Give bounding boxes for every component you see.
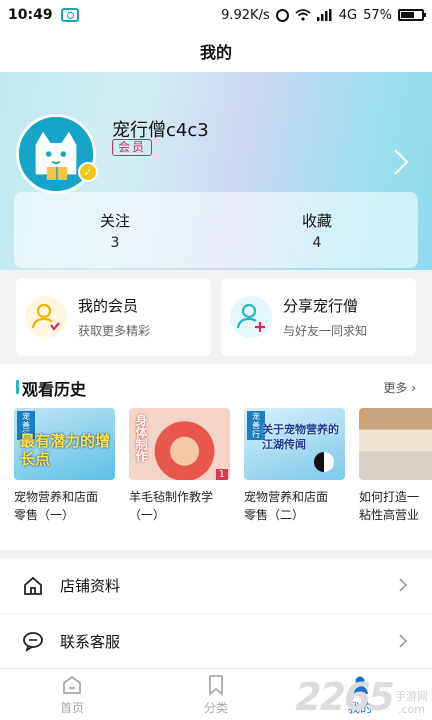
watermark-number: 2265	[295, 675, 395, 719]
app-notification-icon	[60, 8, 79, 22]
menu-label: 店铺资料	[60, 577, 121, 595]
stat-label: 收藏	[301, 211, 332, 230]
history-caption-line2: （一）	[129, 508, 166, 522]
history-item[interactable]: 如何打造一 粘性高营业	[359, 408, 432, 548]
stats-card: 关注 3 收藏 4	[14, 192, 418, 268]
tab-home[interactable]: 首页	[0, 669, 144, 720]
stat-favorites[interactable]: 收藏 4	[216, 192, 418, 268]
history-thumbnail	[359, 408, 432, 480]
history-more-link[interactable]: 更多 ›	[383, 379, 416, 396]
chat-icon	[23, 632, 43, 652]
status-time: 10:49	[8, 7, 53, 23]
verified-badge-icon: ✓	[78, 162, 98, 182]
quick-card-subtitle: 获取更多精彩	[78, 324, 151, 338]
history-list: 宠善行 最有潜力的增长点 宠物营养和店面 零售（一） 身体制作 1 羊毛毡制作教…	[14, 408, 432, 548]
status-bar: 10:49 9.92K/s 4G 57%	[0, 0, 432, 30]
watch-history-section: 观看历史 更多 › 宠善行 最有潜力的增长点 宠物营养和店面 零售（一） 身体制…	[0, 364, 432, 550]
watermark-text: 手游网 .com	[395, 690, 428, 716]
tab-label: 首页	[59, 700, 84, 715]
history-caption-line2: 零售（二）	[244, 508, 305, 522]
menu-item-store-info[interactable]: 店铺资料	[0, 558, 432, 613]
home-icon	[24, 576, 42, 595]
stat-label: 关注	[99, 211, 130, 230]
page-title: 我的	[199, 43, 232, 62]
history-caption-line1: 宠物营养和店面	[14, 490, 99, 504]
menu-item-contact-support[interactable]: 联系客服	[0, 613, 432, 668]
share-user-icon	[230, 296, 272, 338]
battery-icon	[398, 9, 426, 21]
history-caption-line1: 宠物营养和店面	[244, 490, 329, 504]
menu-label: 联系客服	[60, 632, 121, 651]
member-badge: 会员	[112, 139, 153, 156]
settings-menu: 店铺资料 联系客服	[0, 558, 432, 668]
watermark: 2265 手游网 .com	[295, 678, 428, 716]
chevron-right-icon	[399, 578, 408, 592]
history-thumbnail: 宠善行 关于宠物营养的江湖传闻	[244, 408, 345, 480]
network-type: 4G	[338, 7, 358, 23]
alarm-icon	[275, 8, 289, 22]
member-user-icon	[25, 296, 67, 338]
quick-card-title: 我的会员	[78, 297, 139, 315]
stat-value: 3	[110, 234, 120, 251]
share-app-card[interactable]: 分享宠行僧 与好友一同求知	[221, 278, 416, 356]
stat-value: 4	[312, 234, 322, 251]
my-membership-card[interactable]: 我的会员 获取更多精彩	[16, 278, 211, 356]
history-thumbnail: 身体制作 1	[129, 408, 230, 480]
history-caption-line2: 粘性高营业	[359, 508, 420, 522]
quick-card-subtitle: 与好友一同求知	[283, 324, 368, 338]
history-caption-line1: 羊毛毡制作教学	[129, 490, 214, 504]
history-caption-line2: 零售（一）	[14, 508, 75, 522]
tab-category[interactable]: 分类	[144, 669, 288, 720]
stat-following[interactable]: 关注 3	[14, 192, 216, 268]
profile-header[interactable]: ✓ 宠行僧c4c3 会员 关注 3 收藏 4	[0, 72, 432, 270]
history-item[interactable]: 身体制作 1 羊毛毡制作教学 （一）	[129, 408, 230, 548]
battery-percent: 57%	[363, 7, 392, 23]
bookmark-tab-icon	[209, 674, 223, 696]
history-item[interactable]: 宠善行 关于宠物营养的江湖传闻 宠物营养和店面 零售（二）	[244, 408, 345, 548]
nav-bar: 我的	[0, 30, 432, 72]
tab-label: 分类	[203, 700, 228, 715]
history-caption-line1: 如何打造一	[359, 490, 420, 504]
network-speed: 9.92K/s	[221, 7, 270, 23]
thumbnail-count-badge: 1	[215, 469, 228, 480]
quick-cards: 我的会员 获取更多精彩 分享宠行僧 与好友一同求知	[16, 278, 416, 356]
quick-card-title: 分享宠行僧	[283, 297, 359, 315]
history-thumbnail: 宠善行 最有潜力的增长点	[14, 408, 115, 480]
avatar[interactable]	[16, 114, 96, 194]
history-header: 观看历史 更多 ›	[0, 376, 432, 399]
history-item[interactable]: 宠善行 最有潜力的增长点 宠物营养和店面 零售（一）	[14, 408, 115, 548]
chevron-right-icon	[399, 634, 408, 648]
profile-chevron-icon[interactable]	[392, 148, 410, 176]
wifi-icon	[295, 9, 311, 21]
home-tab-icon	[63, 675, 81, 694]
history-title: 观看历史	[22, 380, 87, 399]
section-marker	[16, 380, 19, 394]
signal-icon	[316, 9, 332, 21]
